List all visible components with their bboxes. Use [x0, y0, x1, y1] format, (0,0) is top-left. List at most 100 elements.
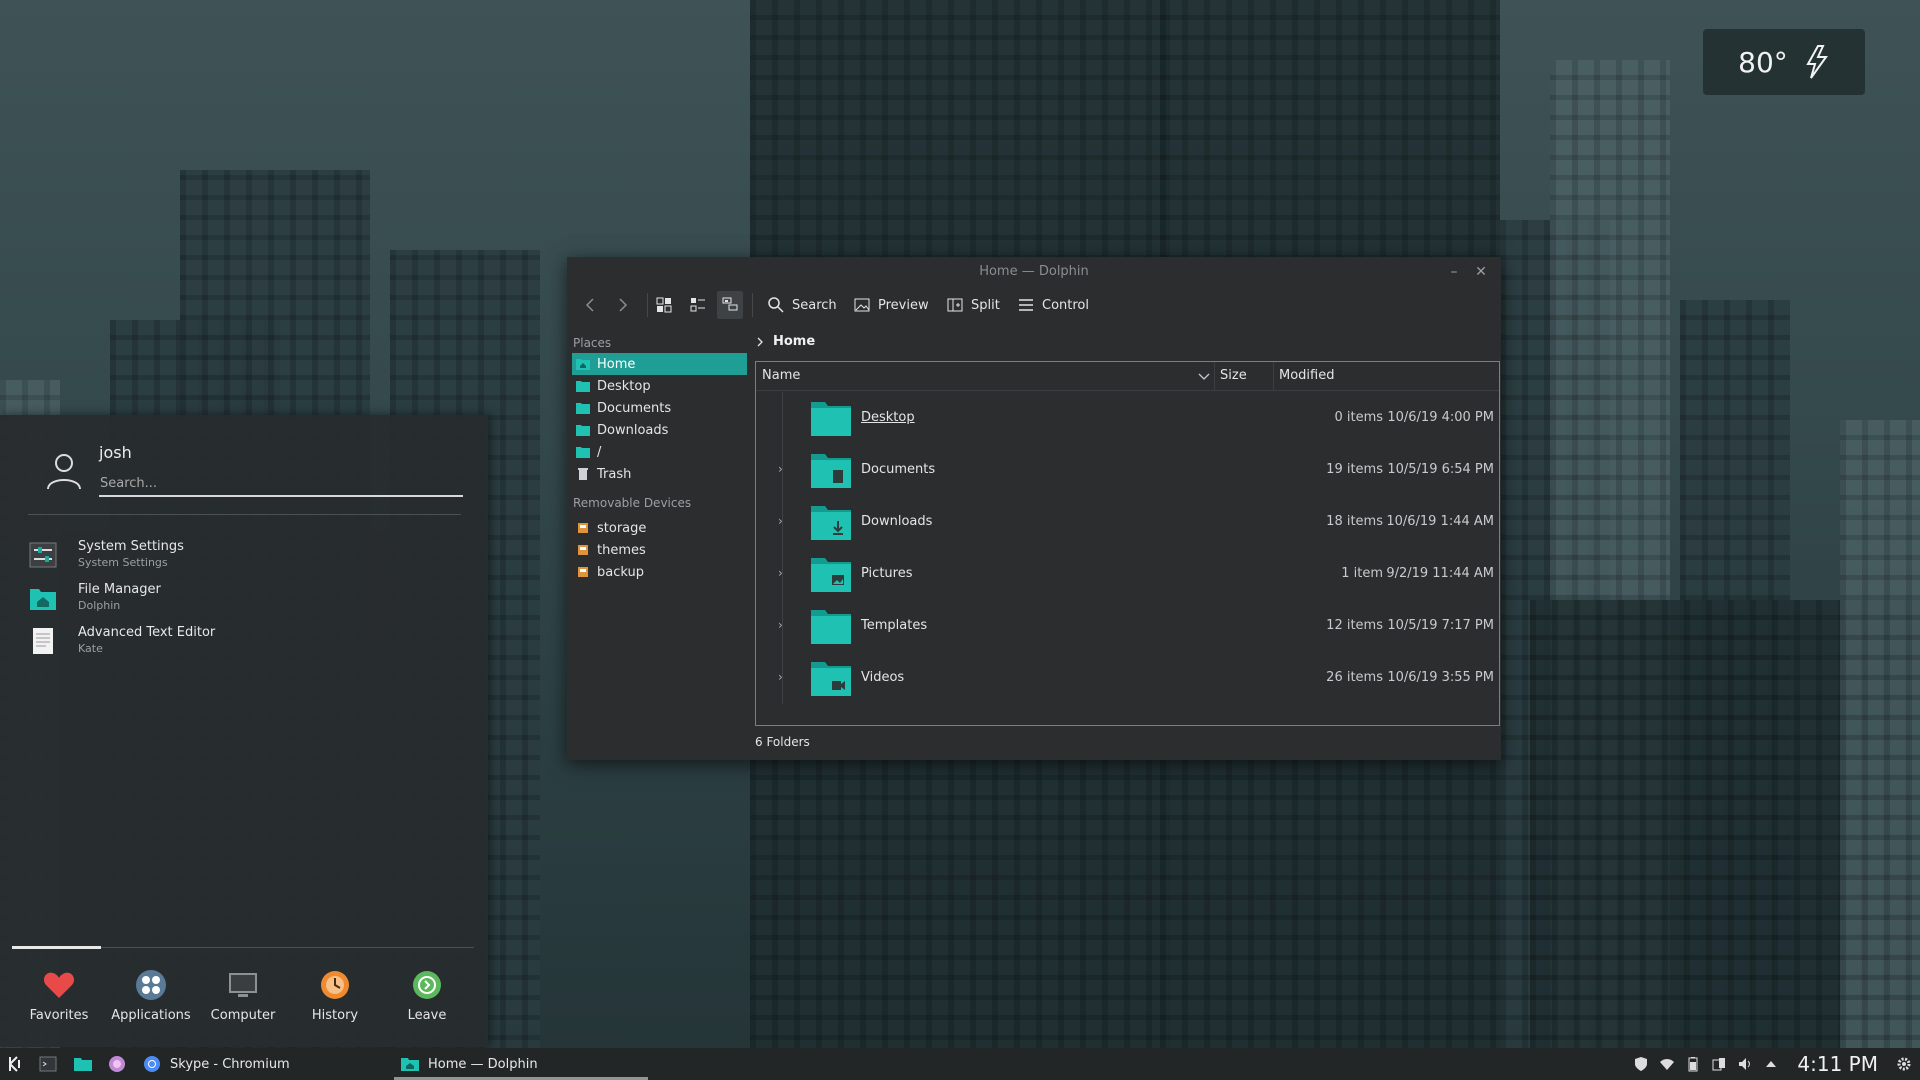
table-row[interactable]: › Documents 19 items 10/5/19 6:54 PM — [756, 444, 1499, 496]
expand-tray-icon[interactable] — [1763, 1056, 1779, 1072]
table-row[interactable]: › Templates 12 items 10/5/19 7:17 PM — [756, 600, 1499, 652]
favorite-subtitle: Dolphin — [78, 599, 121, 612]
expand-chevron-icon[interactable]: › — [778, 566, 788, 580]
file-modified: 10/6/19 1:44 AM — [1386, 514, 1494, 529]
weather-widget[interactable]: 80° — [1703, 29, 1865, 95]
usb-drive-icon — [578, 567, 588, 577]
compact-view-button[interactable] — [685, 291, 711, 319]
volume-icon[interactable] — [1737, 1056, 1753, 1072]
place-trash[interactable]: Trash — [572, 463, 747, 485]
preview-button[interactable]: Preview — [849, 291, 933, 319]
expand-chevron-icon[interactable]: › — [778, 618, 788, 632]
table-row[interactable]: › Videos 26 items 10/6/19 3:55 PM — [756, 652, 1499, 704]
table-row[interactable]: Desktop 0 items 10/6/19 4:00 PM — [756, 392, 1499, 444]
task-home-dolphin[interactable]: Home — Dolphin — [400, 1048, 538, 1080]
column-size-label: Size — [1220, 368, 1247, 383]
sort-chevron-down-icon — [1198, 373, 1210, 380]
forward-button[interactable] — [610, 291, 636, 319]
terminal-launcher[interactable] — [38, 1048, 58, 1080]
file-modified: 10/5/19 7:17 PM — [1387, 618, 1494, 633]
file-list-view[interactable]: Name Size Modified Desktop 0 items 10/6/19… — [755, 361, 1500, 726]
details-view-icon — [722, 297, 738, 311]
file-size: 18 items — [1326, 514, 1383, 529]
column-header-row: Name Size Modified — [756, 362, 1499, 391]
favorite-file-manager[interactable]: File Manager Dolphin — [28, 580, 448, 620]
place-downloads[interactable]: Downloads — [572, 419, 747, 441]
tab-favorites[interactable]: Favorites — [14, 968, 104, 1023]
split-button[interactable]: Split — [942, 291, 1004, 319]
search-icon — [768, 297, 784, 313]
favorite-subtitle: System Settings — [78, 556, 168, 569]
launcher-search-input[interactable] — [99, 471, 463, 497]
forward-arrow-icon — [619, 298, 628, 312]
battery-icon[interactable] — [1685, 1056, 1701, 1072]
folder-home-icon — [576, 359, 590, 370]
compact-view-icon — [690, 298, 705, 312]
place-documents[interactable]: Documents — [572, 397, 747, 419]
file-size: 0 items — [1334, 410, 1383, 425]
window-titlebar[interactable]: Home — Dolphin – ✕ — [567, 257, 1501, 287]
device-backup[interactable]: backup — [572, 561, 747, 583]
search-label: Search — [792, 297, 837, 313]
place-label: Trash — [597, 466, 632, 482]
folder-home-icon — [30, 589, 56, 610]
device-storage[interactable]: storage — [572, 517, 747, 539]
gear-icon[interactable] — [1896, 1056, 1912, 1072]
place-label: Documents — [597, 400, 672, 416]
favorite-system-settings[interactable]: System Settings System Settings — [28, 537, 448, 577]
place-label: Home — [597, 356, 636, 372]
history-icon — [321, 971, 349, 999]
column-header-name[interactable]: Name — [756, 362, 1212, 390]
file-manager-launcher[interactable] — [73, 1048, 93, 1080]
file-name[interactable]: Documents — [861, 462, 935, 477]
favorite-title: Advanced Text Editor — [78, 625, 216, 640]
file-name[interactable]: Videos — [861, 670, 904, 685]
kde-launcher-button[interactable] — [6, 1048, 26, 1080]
folder-icon — [811, 610, 851, 644]
minimize-button[interactable]: – — [1444, 257, 1464, 287]
monitor-icon — [229, 973, 257, 997]
breadcrumb-home[interactable]: Home — [773, 334, 815, 349]
shield-icon[interactable] — [1633, 1056, 1649, 1072]
place-home[interactable]: Home — [572, 353, 747, 375]
devices-icon[interactable] — [1711, 1056, 1727, 1072]
table-row[interactable]: › Pictures 1 item 9/2/19 11:44 AM — [756, 548, 1499, 600]
control-label: Control — [1042, 297, 1089, 313]
breadcrumb[interactable]: Home — [755, 334, 815, 349]
control-menu-button[interactable]: Control — [1013, 291, 1093, 319]
application-launcher: josh System Settings System Settings Fil… — [0, 415, 488, 1047]
back-button[interactable] — [577, 291, 603, 319]
file-name[interactable]: Templates — [861, 618, 927, 633]
expand-chevron-icon[interactable]: › — [778, 670, 788, 684]
folder-icon — [576, 381, 590, 392]
file-name[interactable]: Pictures — [861, 566, 912, 581]
place-root[interactable]: / — [572, 441, 747, 463]
column-header-size[interactable]: Size — [1214, 362, 1272, 390]
tab-leave[interactable]: Leave — [382, 968, 472, 1023]
device-themes[interactable]: themes — [572, 539, 747, 561]
place-desktop[interactable]: Desktop — [572, 375, 747, 397]
search-button[interactable]: Search — [763, 291, 841, 319]
file-name[interactable]: Desktop — [861, 410, 915, 425]
expand-chevron-icon[interactable]: › — [778, 514, 788, 528]
file-name[interactable]: Downloads — [861, 514, 932, 529]
clock[interactable]: 4:11 PM — [1797, 1052, 1878, 1076]
launcher-tab-bar: Favorites Applications Computer History … — [12, 946, 474, 1048]
taskbar: Skype - Chromium Home — Dolphin 4:11 PM — [0, 1048, 1920, 1080]
favorite-text-editor[interactable]: Advanced Text Editor Kate — [28, 623, 448, 663]
wifi-icon[interactable] — [1659, 1056, 1675, 1072]
app-launcher-2[interactable] — [107, 1048, 127, 1080]
tab-computer[interactable]: Computer — [198, 968, 288, 1023]
close-button[interactable]: ✕ — [1471, 257, 1491, 287]
tab-applications[interactable]: Applications — [106, 968, 196, 1023]
favorite-title: File Manager — [78, 582, 161, 597]
tab-history[interactable]: History — [290, 968, 380, 1023]
task-skype-chromium[interactable]: Skype - Chromium — [142, 1048, 290, 1080]
details-view-button[interactable] — [717, 291, 743, 319]
icons-view-button[interactable] — [651, 291, 677, 319]
table-row[interactable]: › Downloads 18 items 10/6/19 1:44 AM — [756, 496, 1499, 548]
settings-sliders-icon — [29, 542, 57, 568]
expand-chevron-icon[interactable]: › — [778, 462, 788, 476]
dolphin-icon — [401, 1058, 419, 1071]
column-header-modified[interactable]: Modified — [1273, 362, 1499, 390]
